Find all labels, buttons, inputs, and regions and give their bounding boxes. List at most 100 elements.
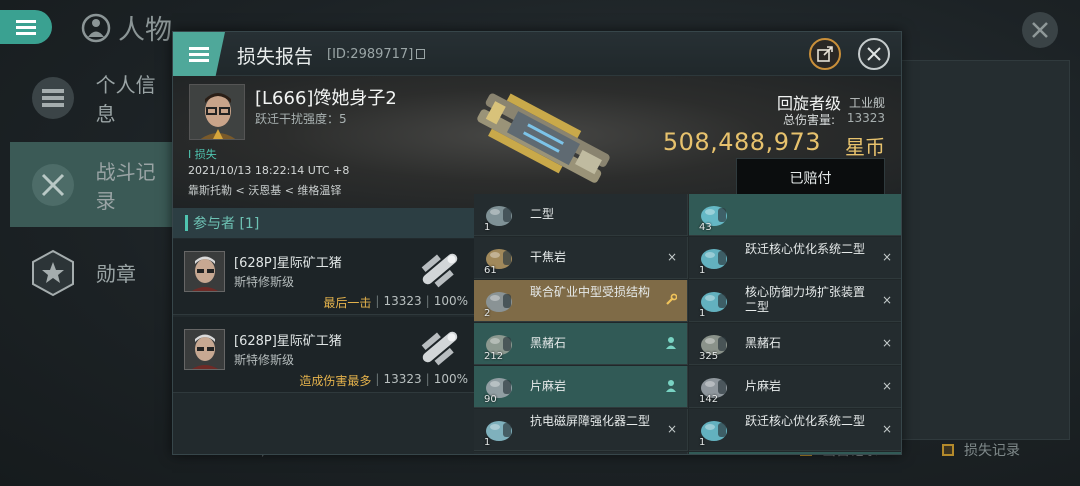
item-quantity: 1 xyxy=(484,437,491,448)
lost-item[interactable]: 1 二型 xyxy=(474,194,688,236)
participant-percent: 100% xyxy=(433,372,468,386)
compensated-button[interactable]: 已赔付 xyxy=(736,158,885,198)
lost-item[interactable]: 142 片麻岩 × xyxy=(689,366,901,408)
pilot-portrait-icon xyxy=(185,252,224,291)
divider: | xyxy=(425,372,430,386)
divider: | xyxy=(425,294,430,308)
destroyed-mark-icon: × xyxy=(881,336,892,350)
checkbox-icon xyxy=(942,444,954,456)
item-quantity: 142 xyxy=(699,394,719,405)
item-name: 二型 xyxy=(530,207,555,221)
item-quantity: 1 xyxy=(699,437,706,448)
nav-item-profile[interactable]: 个人信息 xyxy=(10,55,175,140)
lost-item[interactable]: 1 跃迁核心优化系统二型 × xyxy=(689,237,901,279)
participant-damage: 13323 xyxy=(383,294,422,308)
hamburger-icon xyxy=(189,46,209,62)
loss-record-label: 损失记录 xyxy=(964,443,1020,459)
total-damage-value: 13323 xyxy=(846,111,885,125)
close-button[interactable] xyxy=(858,38,890,70)
share-button[interactable] xyxy=(809,38,841,70)
loss-report-window: 损失报告 [ID:2989717] [L666]馋她身子2 跃迁干扰强度：5 I… xyxy=(172,31,902,455)
participant-row[interactable]: [628P]星际矿工猪 斯特修斯级 最后一击 | 13323 | 100% xyxy=(173,239,474,315)
item-quantity: 1 xyxy=(699,265,706,276)
isk-unit: 星币 xyxy=(845,135,885,159)
destroyed-mark-icon: × xyxy=(881,379,892,393)
item-name: 联合矿业中型受损结构 xyxy=(530,285,651,299)
background-page-title: 人物 xyxy=(80,8,172,47)
participant-stats: 造成伤害最多 | 13323 | 100% xyxy=(299,372,468,389)
warp-jam-strength: 跃迁干扰强度：5 xyxy=(255,112,347,126)
app-screen: 人物 个人信息 战斗记录 勋章 8,434.23 出售记录 损失记录 xyxy=(0,0,1080,486)
participant-tag: 最后一击 xyxy=(323,296,372,310)
participant-name: [628P]星际矿工猪 xyxy=(234,256,342,271)
participant-ship-icon xyxy=(421,253,458,288)
item-quantity: 2 xyxy=(484,308,491,319)
item-quantity: 1 xyxy=(699,308,706,319)
divider: | xyxy=(375,372,380,386)
loss-record-tab[interactable]: 损失记录 xyxy=(942,440,1020,460)
item-quantity: 325 xyxy=(699,351,719,362)
lost-item[interactable] xyxy=(689,452,901,454)
pilot-portrait-icon xyxy=(190,85,244,139)
participant-row[interactable]: [628P]星际矿工猪 斯特修斯级 造成伤害最多 | 13323 | 100% xyxy=(173,317,474,393)
lost-item[interactable]: 核心防御力场扩张装 xyxy=(474,452,688,454)
item-name: 黑赭石 xyxy=(530,336,567,350)
destroyed-mark-icon: × xyxy=(666,422,677,436)
dropped-person-icon xyxy=(666,337,676,349)
background-nav: 个人信息 战斗记录 勋章 xyxy=(10,50,175,330)
loss-datetime: 2021/10/13 18:22:14 UTC +8 xyxy=(188,164,350,177)
lost-item[interactable]: 1 跃迁核心优化系统二型 × xyxy=(689,409,901,451)
pilot-portrait-icon xyxy=(185,330,224,369)
lost-item[interactable]: 1 核心防御力场扩张装置 二型 × xyxy=(689,280,901,322)
participant-avatar[interactable] xyxy=(184,329,225,370)
lost-item[interactable]: 1 抗电磁屏障强化器二型 × xyxy=(474,409,688,451)
lost-item[interactable]: 43 xyxy=(689,194,901,236)
item-name: 片麻岩 xyxy=(745,379,782,393)
participant-percent: 100% xyxy=(433,294,468,308)
item-name: 抗电磁屏障强化器二型 xyxy=(530,414,651,428)
character-icon xyxy=(81,13,111,42)
wrench-icon xyxy=(666,293,677,305)
item-name: 核心防御力场扩张装置 二型 xyxy=(745,285,866,314)
victim-portrait[interactable] xyxy=(189,84,245,140)
participant-avatar[interactable] xyxy=(184,251,225,292)
destroyed-mark-icon: × xyxy=(666,250,677,264)
item-quantity: 61 xyxy=(484,265,497,276)
participant-tag: 造成伤害最多 xyxy=(299,374,372,388)
participant-name: [628P]星际矿工猪 xyxy=(234,334,342,349)
participants-panel: 参与者 [1] [628P]星际矿工猪 斯特修斯级 最后一击 | 13323 |… xyxy=(173,208,474,454)
close-icon xyxy=(1032,22,1048,38)
ship-class: 工业舰 xyxy=(848,96,885,110)
destroyed-mark-icon: × xyxy=(881,250,892,264)
nav-item-combat-log[interactable]: 战斗记录 xyxy=(10,142,175,227)
participants-header: 参与者 [1] xyxy=(173,208,474,238)
nav-item-label: 个人信息 xyxy=(95,72,156,126)
hamburger-icon xyxy=(16,20,36,35)
lost-item[interactable]: 90 片麻岩 xyxy=(474,366,688,408)
main-menu-button[interactable] xyxy=(0,10,52,44)
item-name: 干焦岩 xyxy=(530,250,567,264)
background-right-panel xyxy=(900,60,1070,440)
participant-ship: 斯特修斯级 xyxy=(234,275,295,289)
nav-item-label: 勋章 xyxy=(96,262,136,286)
report-menu-button[interactable] xyxy=(173,32,225,76)
participant-ship: 斯特修斯级 xyxy=(234,353,295,367)
divider: | xyxy=(375,294,380,308)
nav-item-medals[interactable]: 勋章 xyxy=(10,230,175,315)
lost-item[interactable]: 2 联合矿业中型受损结构 xyxy=(474,280,688,322)
lost-item[interactable]: 61 干焦岩 × xyxy=(474,237,688,279)
report-id[interactable]: [ID:2989717] xyxy=(327,47,426,62)
background-close-button[interactable] xyxy=(1022,12,1058,48)
item-quantity: 43 xyxy=(699,222,712,233)
dropped-person-icon xyxy=(666,380,676,392)
lost-item[interactable]: 212 黑赭石 xyxy=(474,323,688,365)
victim-panel: [L666]馋她身子2 跃迁干扰强度：5 I 损失 2021/10/13 18:… xyxy=(173,76,901,208)
background-title-text: 人物 xyxy=(118,15,172,46)
lost-item[interactable]: 325 黑赭石 × xyxy=(689,323,901,365)
item-name: 片麻岩 xyxy=(530,379,567,393)
share-icon xyxy=(817,46,833,62)
star-badge-icon xyxy=(28,248,78,298)
ship-image xyxy=(477,93,610,183)
report-header: 损失报告 [ID:2989717] xyxy=(173,32,901,76)
isk-value: 508,488,973 xyxy=(662,128,821,156)
